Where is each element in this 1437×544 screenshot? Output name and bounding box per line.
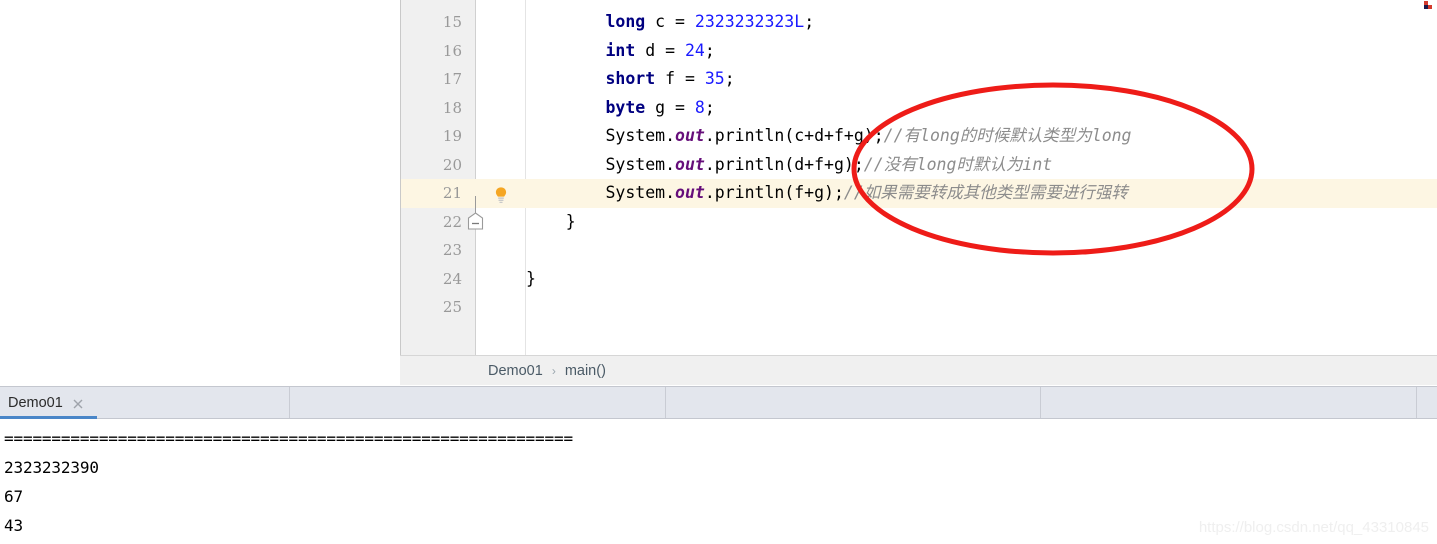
error-stripe-marker-icon[interactable] — [1424, 1, 1432, 9]
token-kw: byte — [605, 97, 646, 117]
token-plain: System. — [605, 126, 676, 145]
code-line-16[interactable]: 16 int d = 24; — [400, 37, 1437, 66]
code-line-25[interactable]: 25 — [400, 293, 1437, 322]
chevron-right-icon: › — [551, 364, 556, 378]
code-line-23[interactable]: 23 — [400, 236, 1437, 265]
token-plain: c = — [645, 12, 695, 31]
token-num: 8 — [694, 97, 705, 117]
line-number-24: 24 — [442, 269, 462, 288]
breadcrumb-bar: Demo01 › main() — [400, 355, 1437, 385]
code-line-15[interactable]: 15 long c = 2323232323L; — [400, 8, 1437, 37]
breadcrumb[interactable]: Demo01 › main() — [488, 356, 606, 386]
token-plain: d = — [635, 40, 685, 60]
token-plain: g = — [645, 97, 695, 117]
code-line-24[interactable]: 24} — [400, 265, 1437, 294]
code-text-20: System.out.println(d+f+g);//没有long时默认为in… — [526, 151, 1052, 180]
lightbulb-icon[interactable] — [492, 186, 510, 204]
line-number-15: 15 — [442, 13, 462, 31]
code-text-17: short f = 35; — [526, 65, 735, 94]
tab-divider — [1416, 387, 1417, 418]
token-cmt: //没有long时默认为int — [863, 154, 1053, 174]
code-editor[interactable]: ); 15 long c = 2323232323L;16 int d = 24… — [400, 0, 1437, 355]
line-number-21: 21 — [400, 179, 462, 208]
token-kw: long — [605, 12, 646, 31]
code-line-21[interactable]: 21 System.out.println(f+g);//如果需要转成其他类型需… — [400, 179, 1437, 208]
token-cmt: //如果需要转成其他类型需要进行强转 — [843, 183, 1128, 202]
console-line-0: ========================================… — [4, 429, 573, 448]
line-number-25: 25 — [442, 298, 462, 316]
token-plain: ; — [804, 12, 815, 31]
editor-left-border — [400, 0, 401, 355]
token-plain: System. — [605, 183, 676, 202]
code-text-21: System.out.println(f+g);//如果需要转成其他类型需要进行… — [526, 179, 1128, 208]
code-text-16: int d = 24; — [526, 37, 715, 66]
code-text-24: } — [526, 265, 536, 294]
line-number-22: 22 — [442, 212, 462, 231]
code-line-20[interactable]: 20 System.out.println(d+f+g);//没有long时默认… — [400, 151, 1437, 180]
breadcrumb-method[interactable]: main() — [565, 356, 606, 386]
clipped-code-line: ); — [526, 0, 546, 7]
token-kw: short — [605, 69, 656, 88]
line-number-19: 19 — [442, 127, 462, 145]
line-number-23: 23 — [442, 241, 462, 259]
token-plain: .println(d+f+g); — [704, 154, 864, 174]
token-kw: int — [605, 40, 636, 60]
line-number-16: 16 — [442, 41, 462, 60]
token-plain: .println(f+g); — [704, 183, 844, 202]
console-line-1: 2323232390 — [4, 458, 99, 477]
line-number-20: 20 — [442, 155, 462, 174]
token-fld: out — [675, 126, 705, 145]
console-line-2: 67 — [4, 487, 23, 506]
tab-demo01-label: Demo01 — [8, 394, 63, 411]
code-text-18: byte g = 8; — [526, 94, 715, 123]
token-plain: } — [526, 268, 536, 288]
line-number-17: 17 — [442, 70, 462, 88]
token-fld: out — [675, 183, 705, 202]
code-text-15: long c = 2323232323L; — [526, 8, 814, 37]
token-plain: ; — [704, 97, 715, 117]
token-plain: } — [565, 211, 576, 231]
code-line-22[interactable]: 22 } — [400, 208, 1437, 237]
token-plain: ; — [724, 69, 735, 88]
token-fld: out — [675, 154, 705, 174]
code-text-22: } — [526, 208, 576, 237]
console-tab-bar: Demo01 — [0, 386, 1437, 419]
token-num: 2323232323L — [694, 12, 805, 31]
line-number-18: 18 — [442, 98, 462, 117]
token-cmt: //有long的时候默认类型为long — [883, 126, 1132, 145]
token-plain: ; — [704, 40, 715, 60]
token-num: 35 — [704, 69, 725, 88]
tab-divider — [665, 387, 666, 418]
close-icon[interactable] — [72, 397, 84, 409]
watermark: https://blog.csdn.net/qq_43310845 — [1198, 519, 1429, 536]
tab-divider — [1040, 387, 1041, 418]
token-plain: f = — [655, 69, 705, 88]
breadcrumb-class[interactable]: Demo01 — [488, 356, 543, 386]
token-num: 24 — [684, 40, 705, 60]
code-line-19[interactable]: 19 System.out.println(c+d+f+g);//有long的时… — [400, 122, 1437, 151]
token-plain: System. — [605, 154, 676, 174]
tab-demo01[interactable]: Demo01 — [0, 387, 94, 418]
code-line-18[interactable]: 18 byte g = 8; — [400, 94, 1437, 123]
token-plain: .println(c+d+f+g); — [704, 126, 884, 145]
code-fold-marker[interactable] — [467, 212, 484, 230]
code-text-19: System.out.println(c+d+f+g);//有long的时候默认… — [526, 122, 1132, 151]
code-line-17[interactable]: 17 short f = 35; — [400, 65, 1437, 94]
tab-divider — [289, 387, 290, 418]
